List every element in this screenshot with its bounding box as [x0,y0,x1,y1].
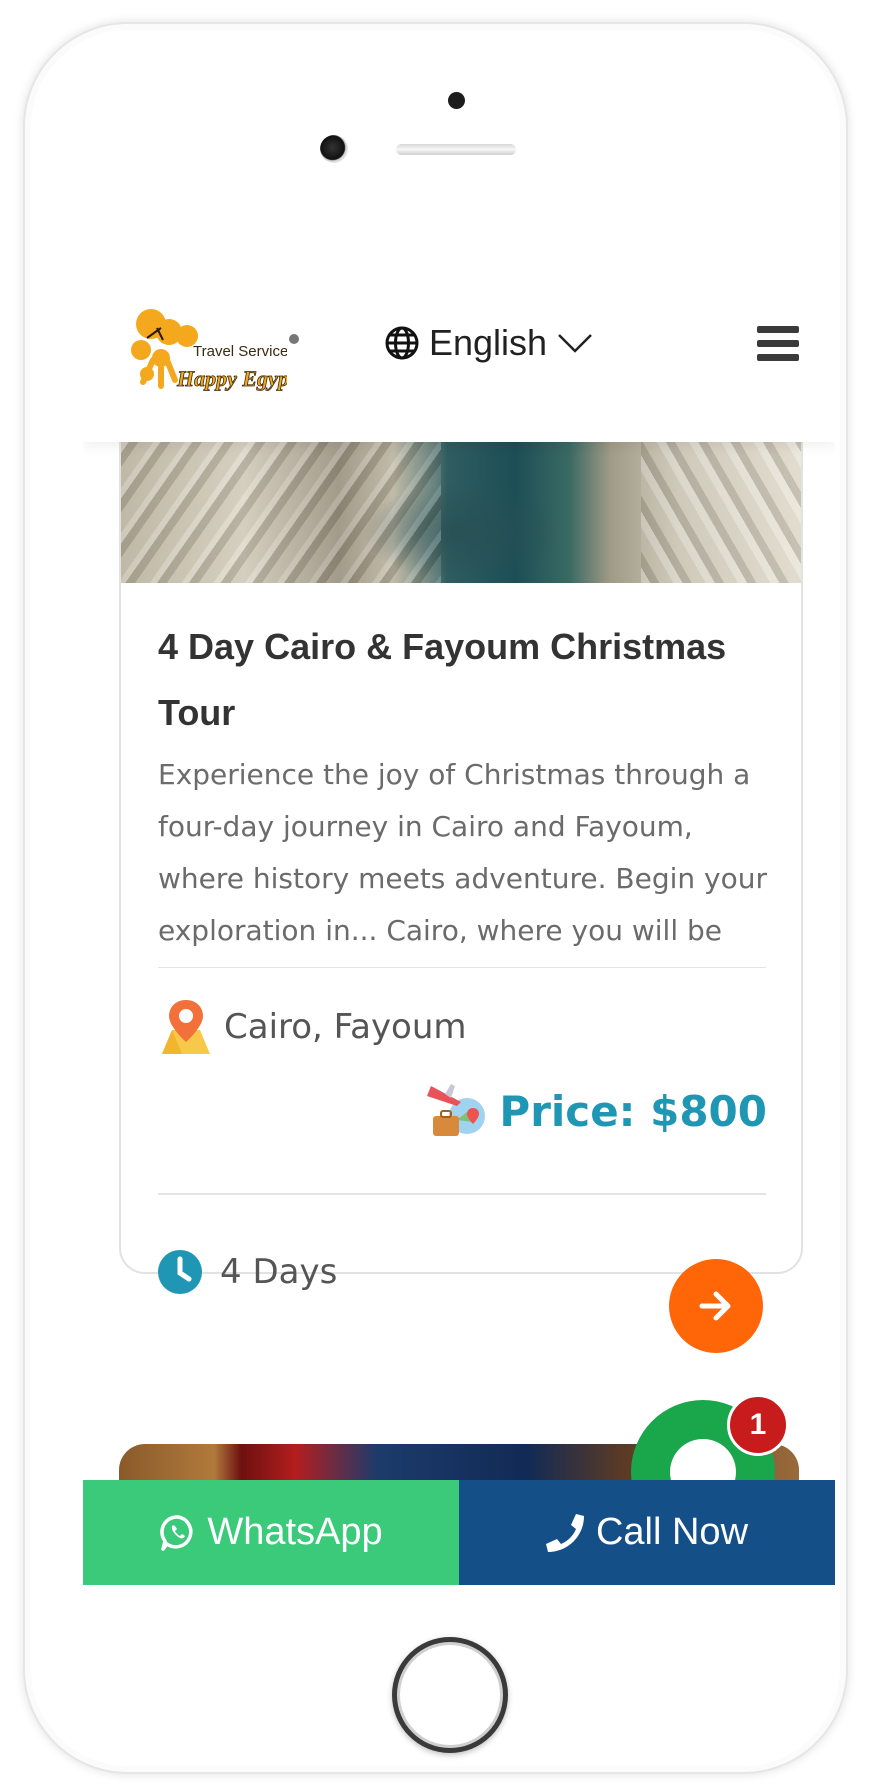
tour-duration-text: 4 Days [220,1252,338,1292]
logo-separator-dot [289,334,299,344]
arrow-right-icon [699,1291,731,1321]
tour-card[interactable]: 4 Day Cairo & Fayoum Christmas Tour Expe… [119,350,803,1274]
tour-location-text: Cairo, Fayoum [224,1007,467,1047]
view-tour-button[interactable] [669,1259,763,1353]
location-pin-icon [162,1000,210,1054]
chat-notification-badge: 1 [727,1394,789,1456]
chevron-down-icon [558,334,592,353]
whatsapp-label: WhatsApp [207,1511,383,1553]
language-selector[interactable]: English [385,320,593,366]
tour-location: Cairo, Fayoum [158,992,467,1062]
happy-egypt-logo[interactable]: Travel Services Happy Egypt [127,298,287,398]
phone-frame: 4 Day Cairo & Fayoum Christmas Tour Expe… [23,22,848,1774]
clock-icon [158,1250,202,1294]
logo-text-top: Travel Services [193,343,287,360]
contact-bar: WhatsApp Call Now [83,1480,835,1585]
home-button[interactable] [392,1637,508,1753]
tour-duration: 4 Days [156,1242,337,1302]
call-now-label: Call Now [595,1511,749,1553]
site-header: Travel Services Happy Egypt English [83,250,835,442]
earpiece-speaker [396,144,516,155]
tour-price: Price: $800 [427,1076,767,1146]
globe-icon [385,326,419,360]
tour-price-text: Price: $800 [499,1086,767,1136]
menu-icon[interactable] [757,326,799,362]
screen: 4 Day Cairo & Fayoum Christmas Tour Expe… [83,250,835,1585]
front-camera [320,135,348,163]
description-divider [158,967,766,968]
whatsapp-icon [160,1514,193,1551]
language-label: English [429,322,548,363]
tour-description: Experience the joy of Christmas through … [158,758,768,967]
card-divider [158,1193,766,1195]
front-sensor [448,92,465,109]
whatsapp-button[interactable]: WhatsApp [83,1480,459,1585]
tour-title[interactable]: 4 Day Cairo & Fayoum Christmas Tour [158,614,758,746]
logo-text-bottom: Happy Egypt [176,366,287,391]
call-now-button[interactable]: Call Now [459,1480,835,1585]
phone-icon [545,1513,584,1552]
travel-plane-icon [427,1084,486,1136]
